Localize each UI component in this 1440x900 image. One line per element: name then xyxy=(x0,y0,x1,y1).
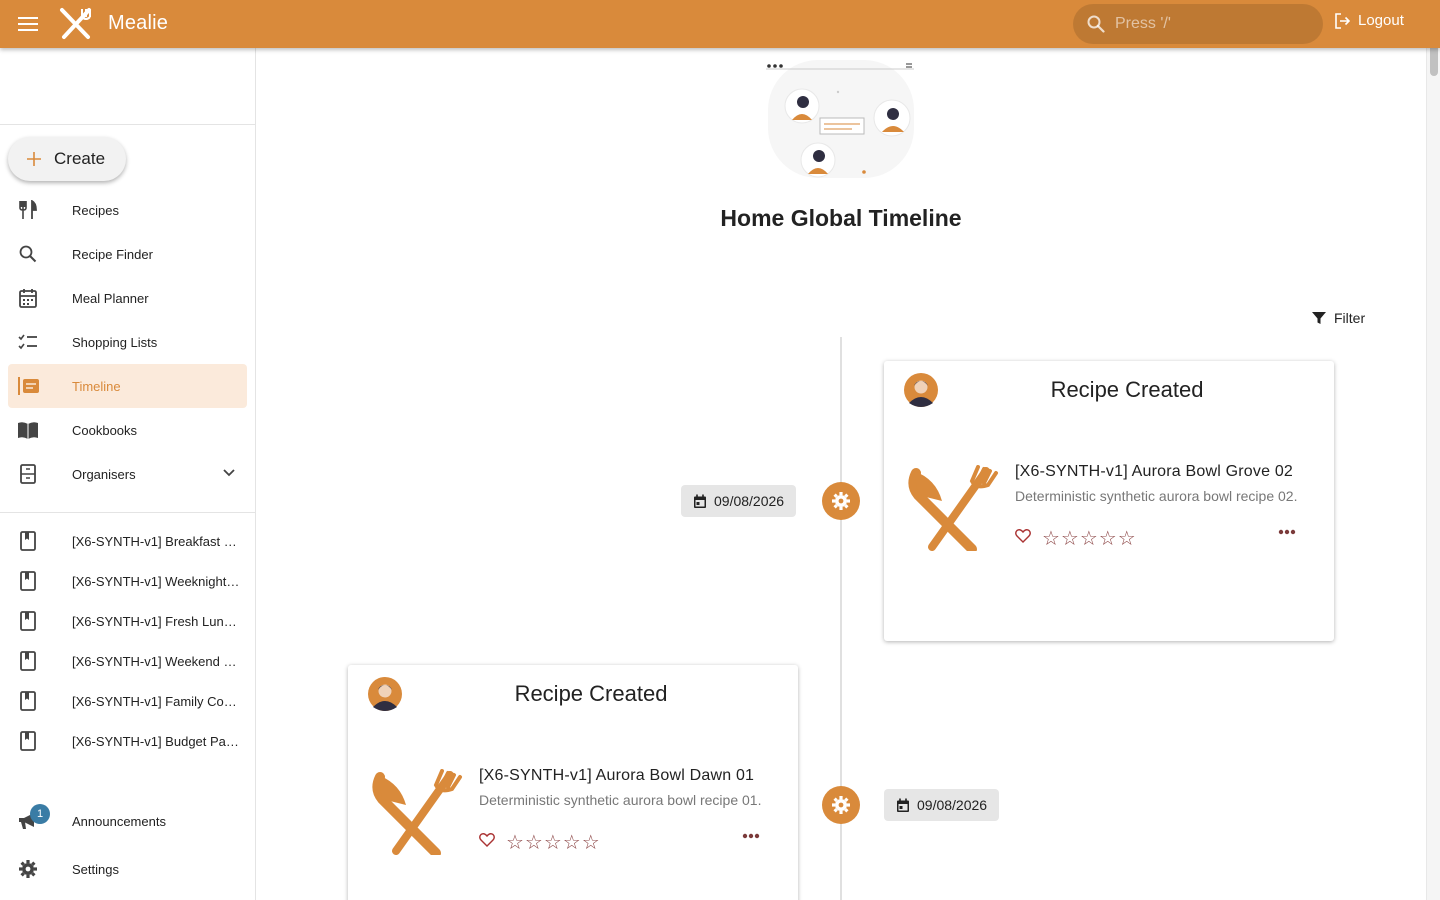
logout-label: Logout xyxy=(1358,12,1404,29)
sidebar-item-label: Cookbooks xyxy=(72,422,138,438)
search-input[interactable] xyxy=(1115,15,1305,33)
cookbook-label: [X6-SYNTH-v1] Family Comfort Food xyxy=(72,693,240,709)
sidebar-item-shopping-lists[interactable]: Shopping Lists xyxy=(8,320,247,364)
timeline-event-card: Recipe Created [X6-SYNTH-v1] Aurora Bowl… xyxy=(348,665,798,900)
create-button[interactable]: Create xyxy=(8,137,126,181)
calendar-icon xyxy=(694,494,706,508)
cookbook-label: [X6-SYNTH-v1] Breakfast Favorites xyxy=(72,533,240,549)
sidebar: Create Recipes Recipe Finder Meal Planne… xyxy=(0,48,256,900)
sidebar-item-cookbooks[interactable]: Cookbooks xyxy=(8,408,247,452)
bookmark-book-icon xyxy=(20,731,36,751)
star-rating[interactable]: ☆☆☆☆☆ xyxy=(506,830,601,855)
gear-icon xyxy=(19,860,37,878)
sidebar-item-recipes[interactable]: Recipes xyxy=(8,188,247,232)
cookbook-label: [X6-SYNTH-v1] Budget Pantry Meals xyxy=(72,733,240,749)
sidebar-divider xyxy=(0,124,255,125)
gear-icon xyxy=(832,796,850,814)
search-icon xyxy=(1087,15,1105,33)
filter-icon xyxy=(1312,312,1326,324)
sidebar-cookbook-item[interactable]: [X6-SYNTH-v1] Breakfast Favorites xyxy=(8,521,247,561)
calendar-icon xyxy=(897,798,909,812)
plus-icon xyxy=(27,152,41,166)
sidebar-item-label: Announcements xyxy=(72,813,166,829)
timeline-dot xyxy=(822,482,860,520)
recipe-name-link[interactable]: [X6-SYNTH-v1] Aurora Bowl Grove 02 xyxy=(1015,463,1293,481)
star-rating[interactable]: ☆☆☆☆☆ xyxy=(1042,526,1137,551)
sidebar-item-label: Settings xyxy=(72,861,119,877)
menu-toggle-button[interactable] xyxy=(10,6,46,42)
event-date-chip[interactable]: 09/08/2026 xyxy=(884,789,1000,821)
sidebar-item-label: Recipe Finder xyxy=(72,246,153,262)
sidebar-item-label: Shopping Lists xyxy=(72,334,158,350)
folder-icon xyxy=(20,464,36,484)
page-scrollbar[interactable] xyxy=(1426,0,1440,900)
heart-icon[interactable] xyxy=(479,833,495,847)
cookbook-label: [X6-SYNTH-v1] Weekend Baking xyxy=(72,653,240,669)
main-content: Home Global Timeline Filter 09/08/2026 R… xyxy=(256,48,1426,900)
hamburger-icon xyxy=(18,17,38,31)
sidebar-item-label: Recipes xyxy=(72,202,119,218)
more-options-icon[interactable] xyxy=(1278,529,1296,535)
bookmark-book-icon xyxy=(20,531,36,551)
recipe-description: Deterministic synthetic aurora bowl reci… xyxy=(1015,488,1298,504)
fork-knife-icon xyxy=(19,200,37,219)
sidebar-item-label: Organisers xyxy=(72,466,136,482)
search-box[interactable] xyxy=(1073,4,1323,44)
sidebar-cookbook-item[interactable]: [X6-SYNTH-v1] Weeknight Dinners xyxy=(8,561,247,601)
event-date: 09/08/2026 xyxy=(714,493,785,509)
app-bar: Mealie Logout xyxy=(0,0,1440,48)
calendar-icon xyxy=(19,289,37,308)
page-title: Home Global Timeline xyxy=(720,205,962,231)
sidebar-item-label: Meal Planner xyxy=(72,290,149,306)
checklist-icon xyxy=(18,334,37,350)
chevron-down-icon[interactable] xyxy=(221,464,237,480)
sidebar-item-organisers[interactable]: Organisers xyxy=(8,452,247,496)
bookmark-book-icon xyxy=(20,571,36,591)
timeline-event-card: Recipe Created [X6-SYNTH-v1] Aurora Bowl… xyxy=(884,361,1334,641)
sidebar-item-recipe-finder[interactable]: Recipe Finder xyxy=(8,232,247,276)
recipe-description: Deterministic synthetic aurora bowl reci… xyxy=(479,792,762,808)
cookbook-label: [X6-SYNTH-v1] Fresh Lunch Ideas xyxy=(72,613,240,629)
event-date: 09/08/2026 xyxy=(917,797,988,813)
more-options-icon[interactable] xyxy=(742,833,760,839)
sidebar-item-settings[interactable]: Settings xyxy=(8,847,247,891)
timeline-icon xyxy=(18,377,39,395)
fork-knife-icon[interactable] xyxy=(370,769,466,855)
sidebar-item-meal-planner[interactable]: Meal Planner xyxy=(8,276,247,320)
event-title: Recipe Created xyxy=(1050,377,1204,402)
sidebar-item-timeline[interactable]: Timeline xyxy=(8,364,247,408)
filter-button[interactable]: Filter xyxy=(1312,310,1365,326)
sidebar-divider xyxy=(0,512,255,513)
timeline-illustration xyxy=(766,60,914,178)
sidebar-cookbook-item[interactable]: [X6-SYNTH-v1] Fresh Lunch Ideas xyxy=(8,601,247,641)
heart-icon[interactable] xyxy=(1015,529,1031,543)
event-date-chip[interactable]: 09/08/2026 xyxy=(681,485,797,517)
filter-label: Filter xyxy=(1334,310,1366,326)
timeline-dot xyxy=(822,786,860,824)
cookbook-label: [X6-SYNTH-v1] Weeknight Dinners xyxy=(72,573,240,589)
fork-knife-icon[interactable] xyxy=(906,465,1002,551)
sidebar-item-label: Timeline xyxy=(72,378,121,394)
app-name[interactable]: Mealie xyxy=(108,12,168,35)
sidebar-cookbook-item[interactable]: [X6-SYNTH-v1] Budget Pantry Meals xyxy=(8,721,247,761)
search-icon xyxy=(19,245,37,263)
bookmark-book-icon xyxy=(20,691,36,711)
announcements-count-badge: 1 xyxy=(30,804,50,824)
gear-icon xyxy=(832,492,850,510)
recipe-name-link[interactable]: [X6-SYNTH-v1] Aurora Bowl Dawn 01 xyxy=(479,767,754,785)
event-title: Recipe Created xyxy=(514,681,668,706)
mealie-logo-icon[interactable] xyxy=(58,7,94,41)
bookmark-book-icon xyxy=(20,611,36,631)
book-open-icon xyxy=(18,422,38,439)
bookmark-book-icon xyxy=(20,651,36,671)
sidebar-cookbook-item[interactable]: [X6-SYNTH-v1] Family Comfort Food xyxy=(8,681,247,721)
sidebar-cookbook-item[interactable]: [X6-SYNTH-v1] Weekend Baking xyxy=(8,641,247,681)
logout-icon xyxy=(1335,12,1350,29)
logout-button[interactable]: Logout xyxy=(1334,12,1404,29)
create-label: Create xyxy=(54,149,106,168)
